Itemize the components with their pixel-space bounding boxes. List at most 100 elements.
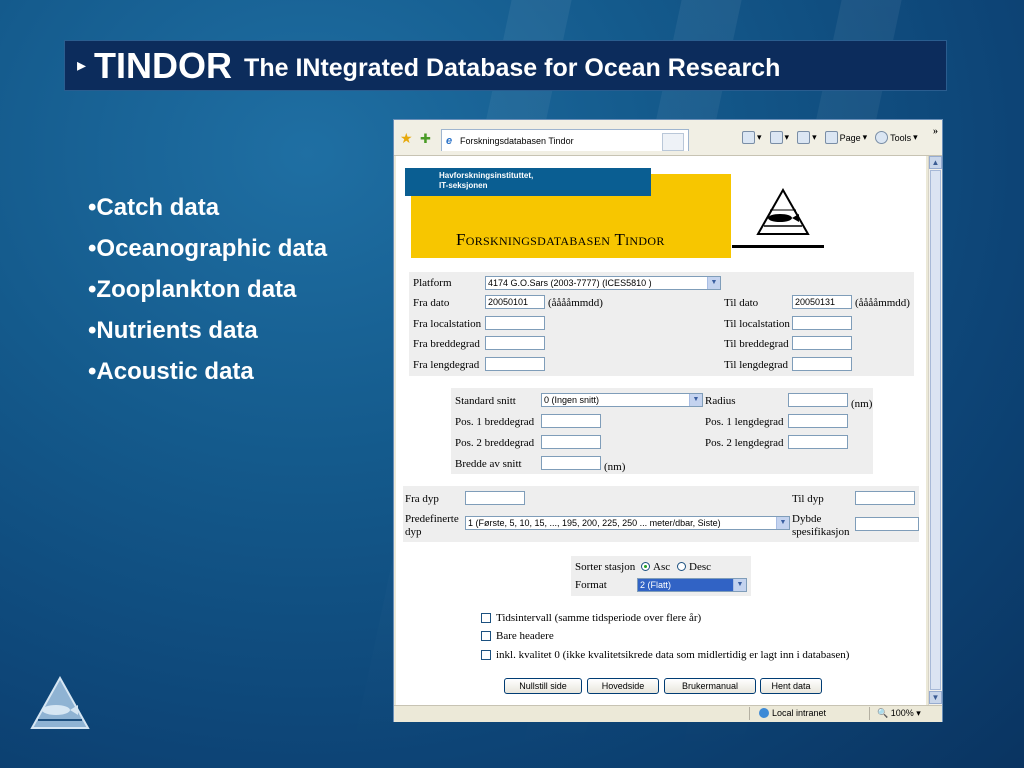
zoom-level-value: 100% [890, 708, 914, 718]
platform-select[interactable]: 4174 G.O.Sars (2003-7777) (ICES5810 ) ▼ [485, 276, 721, 290]
tidsintervall-checkbox[interactable] [481, 613, 491, 623]
til-dyp-label: Til dyp [792, 493, 824, 505]
bullet-item: •Acoustic data [88, 358, 254, 385]
vertical-scrollbar[interactable]: ▲ ▼ [928, 156, 942, 705]
gear-icon [875, 131, 889, 144]
fra-dato-hint: (ååååmmdd) [548, 297, 603, 309]
org-name: Havforskningsinstituttet, [439, 171, 534, 180]
fra-localstation-label: Fra localstation [413, 318, 482, 330]
hovedside-button[interactable]: Hovedside [587, 678, 659, 694]
zoom-level[interactable]: 🔍 100% ▾ [877, 708, 921, 719]
page-content: Forskningsdatabasen Tindor Havforsknings… [396, 156, 926, 705]
dybde-spesifikasjon-label: Dybde spesifikasjon [792, 513, 849, 539]
til-localstation-label: Til localstation [724, 318, 790, 330]
scrollbar-thumb[interactable] [930, 170, 941, 690]
fra-breddegrad-input[interactable] [485, 336, 545, 350]
security-zone-label: Local intranet [772, 708, 827, 718]
nullstill-side-button[interactable]: Nullstill side [504, 678, 582, 694]
bredde-av-snitt-unit: (nm) [604, 461, 626, 473]
bullet-item: •Catch data [88, 194, 220, 221]
radius-input[interactable] [788, 393, 848, 407]
hent-data-button[interactable]: Hent data [760, 678, 822, 694]
standard-snitt-value: 0 (Ingen snitt) [544, 395, 600, 405]
institute-logo-icon [30, 676, 90, 729]
new-tab-button[interactable] [662, 133, 684, 151]
sort-asc-radio[interactable] [641, 562, 650, 571]
til-dato-input[interactable]: 20050131 [792, 295, 852, 309]
fra-lengdegrad-label: Fra lengdegrad [413, 359, 480, 371]
bredde-av-snitt-label: Bredde av snitt [455, 458, 522, 470]
sort-asc-label: Asc [653, 561, 671, 573]
fra-dyp-input[interactable] [465, 491, 525, 505]
browser-tab[interactable]: e Forskningsdatabasen Tindor [441, 129, 689, 151]
sorter-stasjon-label: Sorter stasjon [575, 561, 636, 573]
org-banner: Havforskningsinstituttet, IT-seksjonen [405, 168, 651, 196]
bare-headere-checkbox[interactable] [481, 631, 491, 641]
brukermanual-button[interactable]: Brukermanual [664, 678, 756, 694]
printer-icon [797, 131, 811, 144]
platform-select-value: 4174 G.O.Sars (2003-7777) (ICES5810 ) [488, 278, 652, 288]
platform-date-panel: Platform 4174 G.O.Sars (2003-7777) (ICES… [409, 272, 914, 376]
predefinerte-dyp-value: 1 (Første, 5, 10, 15, ..., 195, 200, 225… [468, 518, 721, 528]
browser-toolbar: ★ ✚ e Forskningsdatabasen Tindor ▾ ▾ ▾ P… [394, 120, 942, 156]
scroll-down-icon[interactable]: ▼ [929, 691, 942, 704]
section-panel: Standard snitt 0 (Ingen snitt) ▼ Radius (… [451, 388, 873, 474]
tools-menu-label: Tools [890, 132, 912, 143]
pos2-lengdegrad-label: Pos. 2 lengdegrad [705, 437, 784, 449]
org-section: IT-seksjonen [439, 181, 488, 190]
bredde-av-snitt-input[interactable] [541, 456, 601, 470]
fra-lengdegrad-input[interactable] [485, 357, 545, 371]
til-breddegrad-label: Til breddegrad [724, 338, 789, 350]
til-dato-hint: (ååååmmdd) [855, 297, 910, 309]
predefinerte-dyp-select[interactable]: 1 (Første, 5, 10, 15, ..., 195, 200, 225… [465, 516, 790, 530]
home-button[interactable]: ▾ [742, 131, 762, 144]
standard-snitt-label: Standard snitt [455, 395, 516, 407]
til-dyp-input[interactable] [855, 491, 915, 505]
fra-dato-input[interactable]: 20050101 [485, 295, 545, 309]
security-zone: Local intranet [759, 708, 826, 718]
status-divider [869, 707, 870, 720]
til-lengdegrad-label: Til lengdegrad [724, 359, 789, 371]
predefinerte-label-line2: dyp [405, 526, 422, 538]
site-title: Forskningsdatabasen Tindor [456, 230, 665, 250]
scroll-up-icon[interactable]: ▲ [929, 156, 942, 169]
pos2-breddegrad-input[interactable] [541, 435, 601, 449]
feeds-button[interactable]: ▾ [769, 131, 789, 144]
browser-window: ★ ✚ e Forskningsdatabasen Tindor ▾ ▾ ▾ P… [393, 119, 943, 722]
favorites-star-icon[interactable]: ★ [400, 131, 413, 148]
format-label: Format [575, 579, 607, 591]
pos1-lengdegrad-input[interactable] [788, 414, 848, 428]
add-favorite-icon[interactable]: ✚ [420, 131, 431, 147]
tools-menu-button[interactable]: Tools ▾ [875, 131, 918, 144]
feeds-icon [769, 131, 783, 144]
radius-unit: (nm) [851, 398, 873, 410]
sort-desc-label: Desc [689, 561, 711, 573]
dybde-spesifikasjon-input[interactable] [855, 517, 919, 531]
pos2-lengdegrad-input[interactable] [788, 435, 848, 449]
bullet-list: •Catch data •Oceanographic data •Zooplan… [88, 192, 327, 397]
sort-format-panel: Sorter stasjon Asc Desc Format 2 (Flatt)… [571, 556, 751, 596]
toolbar-overflow-button[interactable]: » [933, 126, 938, 137]
header-divider [732, 245, 824, 248]
fra-breddegrad-label: Fra breddegrad [413, 338, 480, 350]
slide-subtitle: The INtegrated Database for Ocean Resear… [244, 54, 781, 82]
til-lengdegrad-input[interactable] [792, 357, 852, 371]
fra-localstation-input[interactable] [485, 316, 545, 330]
til-breddegrad-input[interactable] [792, 336, 852, 350]
standard-snitt-select[interactable]: 0 (Ingen snitt) ▼ [541, 393, 703, 407]
radius-label: Radius [705, 395, 736, 407]
dybde-label-line1: Dybde [792, 513, 822, 525]
page-menu-button[interactable]: Page ▾ [824, 131, 867, 144]
bullet-item: •Zooplankton data [88, 276, 297, 303]
fra-dyp-label: Fra dyp [405, 493, 439, 505]
platform-label: Platform [413, 277, 452, 289]
kvalitet-checkbox[interactable] [481, 650, 491, 660]
print-button[interactable]: ▾ [797, 131, 817, 144]
format-select[interactable]: 2 (Flatt) ▼ [637, 578, 747, 592]
pos1-lengdegrad-label: Pos. 1 lengdegrad [705, 416, 784, 428]
til-localstation-input[interactable] [792, 316, 852, 330]
pos1-breddegrad-input[interactable] [541, 414, 601, 428]
sort-desc-radio[interactable] [677, 562, 686, 571]
til-dato-label: Til dato [724, 297, 759, 309]
status-divider [749, 707, 750, 720]
